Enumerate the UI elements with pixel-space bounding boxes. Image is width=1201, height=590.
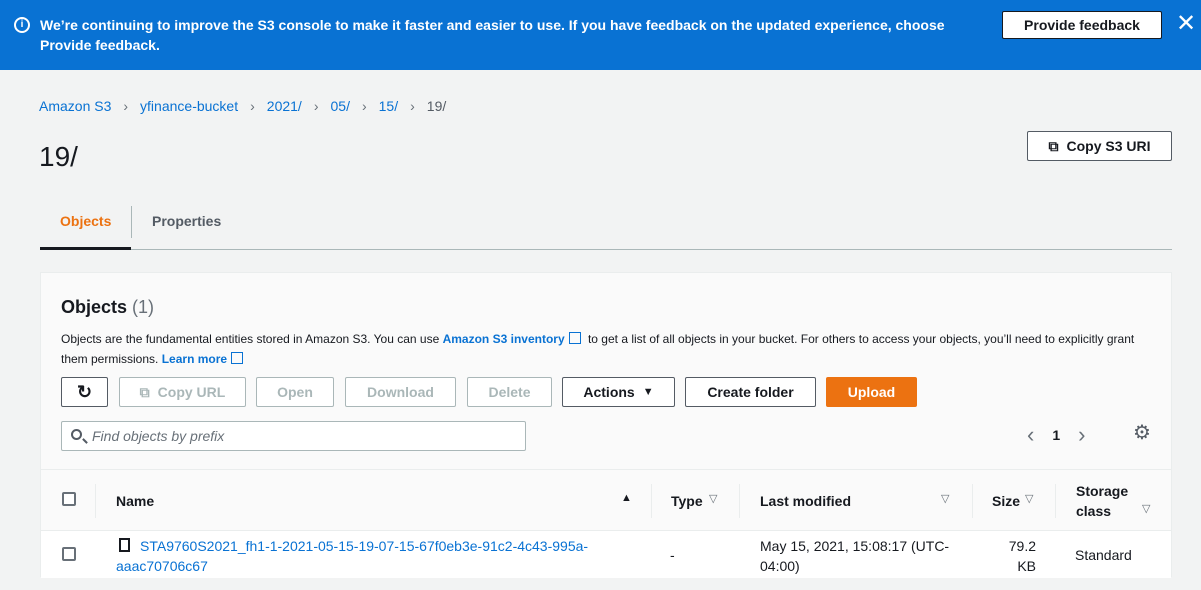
pagination: ‹ 1 › (1027, 423, 1085, 447)
column-name[interactable]: Name (116, 470, 154, 532)
storage-class-label-1: Storage (1076, 483, 1129, 499)
refresh-button[interactable]: ↻ (61, 377, 108, 407)
chevron-right-icon: › (313, 98, 319, 114)
search-box (61, 421, 526, 451)
banner-message: We’re continuing to improve the S3 conso… (40, 17, 945, 53)
column-divider (95, 484, 96, 518)
copy-s3-uri-label: Copy S3 URI (1066, 138, 1151, 154)
upload-button[interactable]: Upload (826, 377, 917, 407)
breadcrumb-current: 19/ (426, 98, 447, 114)
close-icon[interactable]: ✕ (1176, 12, 1196, 36)
open-button[interactable]: Open (256, 377, 334, 407)
tab-objects[interactable]: Objects (40, 204, 131, 250)
column-divider (651, 484, 652, 518)
copy-url-label: Copy URL (157, 384, 226, 400)
tab-properties[interactable]: Properties (132, 204, 241, 250)
delete-button[interactable]: Delete (467, 377, 552, 407)
type-cell: - (670, 547, 675, 563)
sort-icon[interactable]: ▽ (709, 492, 717, 505)
sort-icon[interactable]: ▽ (941, 492, 949, 505)
objects-title: Objects (61, 297, 128, 317)
chevron-right-icon: › (123, 98, 129, 114)
objects-description: Objects are the fundamental entities sto… (61, 329, 1151, 369)
page-number[interactable]: 1 (1052, 427, 1060, 443)
column-type[interactable]: Type (671, 470, 703, 532)
chevron-right-icon: › (410, 98, 415, 114)
learn-more-link[interactable]: Learn more (162, 352, 227, 366)
external-link-icon (231, 352, 244, 364)
breadcrumb-2021[interactable]: 2021/ (267, 97, 302, 115)
last-modified-cell: May 15, 2021, 15:08:17 (UTC- 04:00) (760, 538, 950, 574)
column-last-modified[interactable]: Last modified (760, 470, 851, 532)
objects-heading: Objects (1) (61, 297, 154, 318)
provide-feedback-button[interactable]: Provide feedback (1002, 11, 1162, 39)
sort-icon[interactable]: ▽ (1025, 492, 1033, 505)
column-storage-class[interactable]: Storage class (1076, 470, 1128, 532)
size-cell: 79.2 KB (1008, 538, 1036, 574)
file-icon (119, 538, 130, 552)
create-folder-button[interactable]: Create folder (685, 377, 816, 407)
gear-icon[interactable]: ⚙ (1133, 423, 1151, 443)
feedback-banner: i We’re continuing to improve the S3 con… (0, 0, 1201, 70)
copy-url-button[interactable]: ⧉ Copy URL (119, 377, 246, 407)
search-input[interactable] (92, 426, 512, 446)
object-link[interactable]: STA9760S2021_fh1-1-2021-05-15-19-07-15-6… (116, 538, 588, 574)
desc-text-1: Objects are the fundamental entities sto… (61, 332, 440, 346)
actions-dropdown[interactable]: Actions ▼ (562, 377, 675, 407)
search-icon (71, 429, 82, 440)
column-size[interactable]: Size (992, 470, 1020, 532)
column-divider (972, 484, 973, 518)
copy-icon: ⧉ (1048, 137, 1059, 154)
column-divider (739, 484, 740, 518)
caret-down-icon: ▼ (642, 386, 654, 398)
breadcrumb: Amazon S3 › yfinance-bucket › 2021/ › 05… (39, 97, 446, 115)
refresh-icon: ↻ (76, 381, 93, 402)
row-checkbox[interactable] (62, 547, 76, 561)
page-title: 19/ (39, 141, 78, 172)
select-all-checkbox[interactable] (62, 492, 76, 506)
object-name-cell: STA9760S2021_fh1-1-2021-05-15-19-07-15-6… (116, 536, 636, 576)
actions-label: Actions (583, 384, 635, 400)
chevron-right-icon: › (250, 98, 255, 114)
table-row: STA9760S2021_fh1-1-2021-05-15-19-07-15-6… (41, 531, 1171, 578)
chevron-right-icon: › (361, 98, 367, 114)
breadcrumb-bucket[interactable]: yfinance-bucket (140, 97, 238, 115)
sort-ascending-icon[interactable]: ▲ (621, 492, 632, 504)
download-button[interactable]: Download (345, 377, 456, 407)
table-header: Name ▲ Type ▽ Last modified ▽ Size ▽ Sto… (41, 469, 1171, 531)
column-divider (1055, 484, 1056, 518)
storage-class-cell: Standard (1075, 547, 1132, 563)
tabs: Objects Properties (40, 204, 1172, 250)
copy-icon: ⧉ (139, 383, 150, 400)
objects-count: (1) (132, 297, 155, 317)
s3-inventory-link[interactable]: Amazon S3 inventory (443, 332, 565, 346)
storage-class-label-2: class (1076, 503, 1112, 519)
breadcrumb-05[interactable]: 05/ (331, 97, 350, 115)
chevron-right-icon[interactable]: › (1078, 424, 1085, 446)
breadcrumb-amazon-s3[interactable]: Amazon S3 (39, 97, 111, 115)
copy-s3-uri-button[interactable]: ⧉ Copy S3 URI (1027, 131, 1172, 161)
breadcrumb-15[interactable]: 15/ (379, 97, 398, 115)
chevron-left-icon[interactable]: ‹ (1027, 424, 1034, 446)
objects-panel: Objects (1) Objects are the fundamental … (40, 272, 1172, 578)
info-icon: i (14, 17, 30, 33)
external-link-icon (568, 332, 581, 344)
sort-icon[interactable]: ▽ (1142, 502, 1150, 515)
